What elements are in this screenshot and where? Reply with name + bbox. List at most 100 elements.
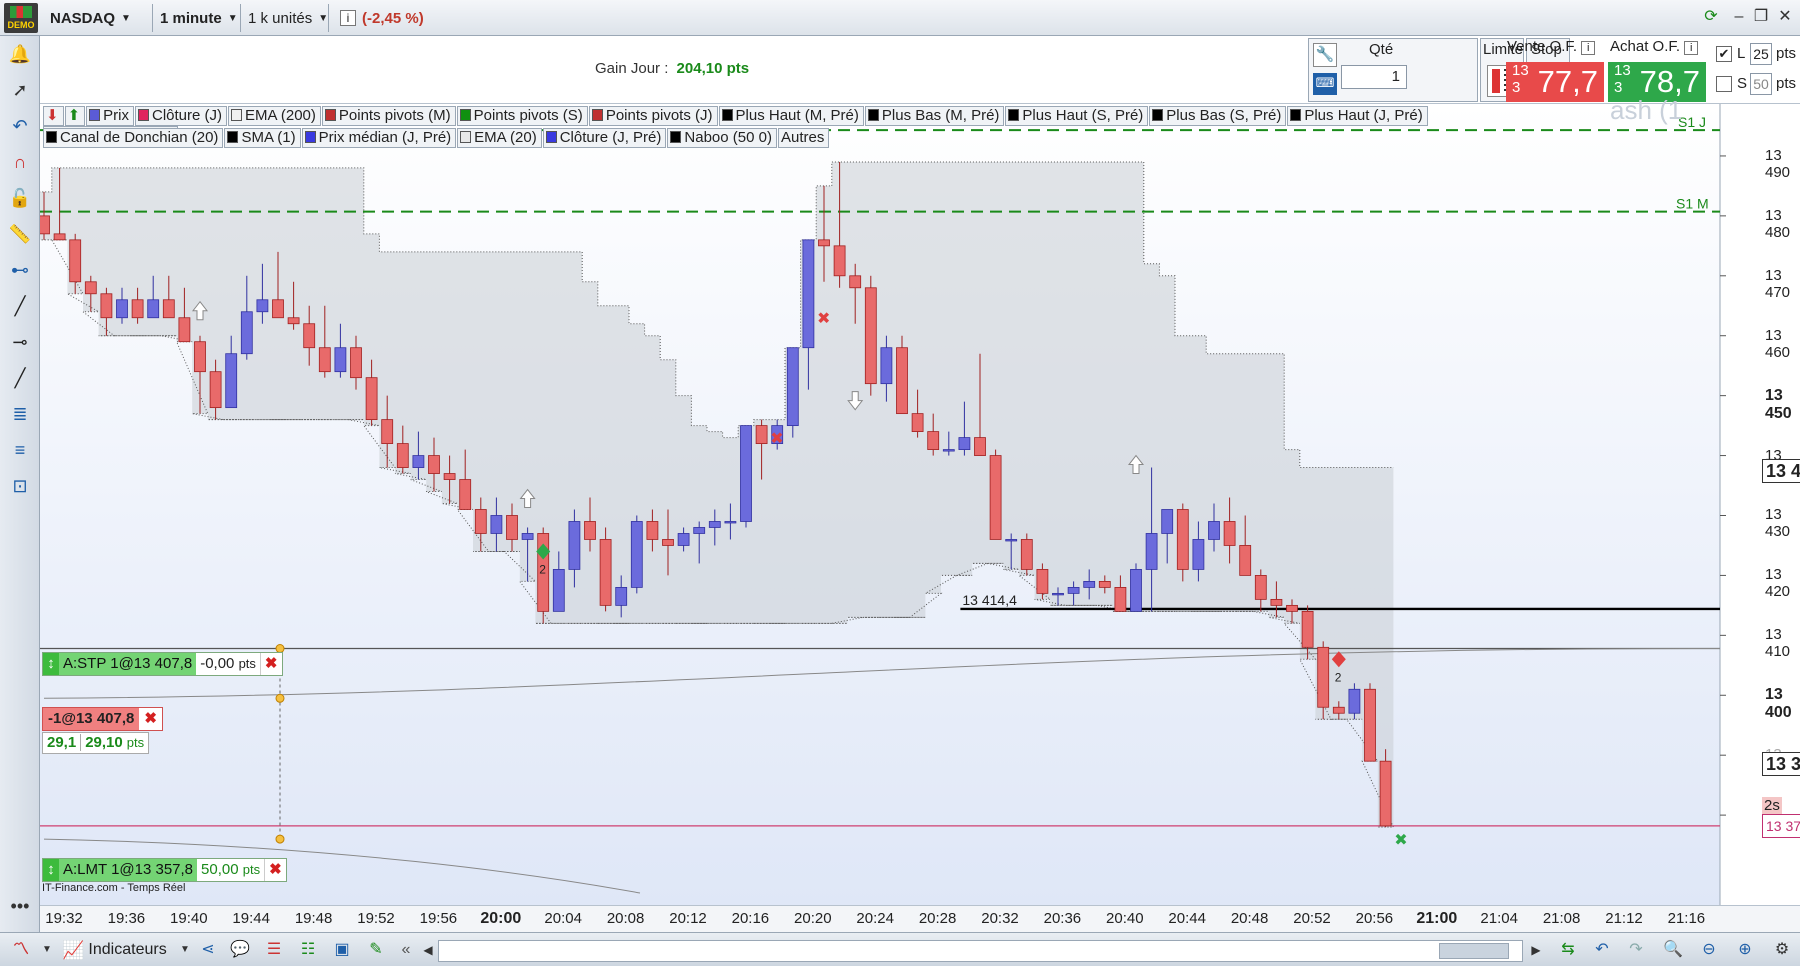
scroll-right-icon[interactable]: ▶ (1528, 939, 1544, 961)
info-icon[interactable]: i (1581, 41, 1596, 55)
candle-body (1208, 521, 1220, 540)
trendline-icon[interactable]: ╱ (6, 364, 34, 392)
ruler-icon[interactable]: 📏 (6, 220, 34, 248)
wrench-icon[interactable]: 🔧 (1313, 43, 1337, 67)
undo-zoom-icon[interactable]: ↶ (6, 112, 34, 140)
indicator-legend-item[interactable]: Points pivots (J) (588, 106, 718, 126)
arrow-up-icon[interactable]: ⬆ (64, 106, 86, 126)
indicator-legend-item[interactable]: Clôture (J, Pré) (542, 128, 667, 148)
indicators-button[interactable]: 📈 Indicateurs (62, 939, 180, 961)
cancel-order-icon[interactable]: ✖ (259, 653, 282, 675)
indicator-legend-item[interactable]: Plus Haut (S, Pré) (1005, 106, 1149, 126)
zoom-in-icon[interactable]: ⊕ (1732, 939, 1758, 961)
zoom-out-icon[interactable]: ⊖ (1696, 939, 1722, 961)
close-position-icon[interactable]: ✖ (139, 710, 162, 727)
settings-icon[interactable]: ⚙ (1770, 939, 1794, 961)
fibonacci-icon[interactable]: ≣ (6, 400, 34, 428)
long-checkbox[interactable]: ✔ (1716, 46, 1732, 62)
auto-scroll-icon[interactable]: ⇆ (1554, 939, 1582, 961)
time-tick-label: 20:28 (918, 910, 957, 927)
keyboard-icon[interactable]: ⌨ (1313, 73, 1337, 95)
indicator-legend-item[interactable]: Prix (86, 106, 134, 126)
qty-input[interactable]: 1 (1341, 65, 1407, 89)
price-chart[interactable]: ✖ ✖ ✖ 2 2 S1 J S1 M 13 414,4 ⬇ ⬆ Prix Clôture (J) E… (40, 95, 1800, 905)
units-selector[interactable]: 1 k unités ▼ (242, 4, 334, 32)
horizontal-line-icon[interactable]: ⊷ (6, 256, 34, 284)
chart-style-icon[interactable]: 〽 (6, 939, 36, 961)
indicator-legend-item[interactable]: EMA (200) (228, 106, 321, 126)
short-checkbox[interactable] (1716, 76, 1732, 92)
long-pts-input[interactable]: 25 (1750, 43, 1772, 65)
short-pts-input[interactable]: 50 (1750, 73, 1772, 95)
indicator-legend-item[interactable]: Plus Haut (M, Pré) (718, 106, 864, 126)
info-icon[interactable]: i (1684, 41, 1699, 55)
comment-icon[interactable]: 💬 (228, 939, 252, 961)
indicator-legend-item[interactable]: EMA (20) (457, 128, 542, 148)
fibonacci-fan-icon[interactable]: ≡ (6, 436, 34, 464)
indicator-legend-item[interactable]: Plus Haut (J, Pré) (1287, 106, 1428, 126)
scroll-left-icon[interactable]: ◀ (420, 939, 436, 961)
bottom-toolbar: 〽 ▼ 📈 Indicateurs ▼ ⋖ 💬 ☰ ☷ ▣ ✎ « ◀ ▶ ⇆ ↶… (0, 932, 1800, 966)
position-tag[interactable]: -1@13 407,8 ✖ (42, 707, 163, 731)
qty-label: Qté (1369, 41, 1394, 58)
time-axis[interactable]: 19:32 19:36 19:40 19:44 19:48 19:52 19:56 20:00… (40, 905, 1800, 932)
candle-body (864, 287, 877, 385)
zoom-area-icon[interactable]: 🔍 (1660, 939, 1686, 961)
cancel-order-icon[interactable]: ✖ (264, 859, 286, 881)
alerts-list-icon[interactable]: ☰ (262, 939, 286, 961)
timeframe-selector[interactable]: 1 minute ▼ (154, 4, 244, 32)
lock-icon[interactable]: 🔓 (6, 184, 34, 212)
restore-button[interactable]: ❐ (1750, 6, 1772, 28)
drag-handle-icon[interactable]: ↕ (43, 653, 59, 675)
chevron-down-icon[interactable]: ▼ (40, 939, 54, 961)
indicator-legend-item[interactable]: Clôture (J) (135, 106, 228, 126)
color-swatch (867, 109, 879, 121)
chart-canvas[interactable]: ✖✖✖22S1 JS1 M13 414,4 (40, 104, 1800, 905)
sell-button[interactable]: 13 3 77,7 (1506, 62, 1604, 102)
magnet-icon[interactable]: ∩ (6, 148, 34, 176)
ray-icon[interactable]: ⊸ (6, 328, 34, 356)
scrollbar-thumb[interactable] (1439, 943, 1509, 959)
position-pnl: 29,1 29,10 pts (42, 732, 150, 754)
collapse-icon[interactable]: « (396, 939, 416, 961)
redo-icon[interactable]: ↷ (1624, 939, 1648, 961)
time-tick-label: 19:56 (419, 910, 458, 927)
stop-order-tag[interactable]: ↕ A:STP 1@13 407,8 -0,00 pts ✖ (42, 652, 283, 676)
indicator-legend-item[interactable]: Plus Bas (S, Pré) (1149, 106, 1287, 126)
indicator-legend-item[interactable]: Naboo (50 0) (667, 128, 777, 148)
chevron-down-icon[interactable]: ▼ (178, 939, 192, 961)
alert-bell-icon[interactable]: 🔔 (6, 40, 34, 68)
indicator-legend-item[interactable]: Prix médian (J, Pré) (301, 128, 457, 148)
minimize-button[interactable]: – (1728, 6, 1750, 28)
instrument-selector[interactable]: NASDAQ ▼ (44, 4, 137, 32)
indicator-legend-item[interactable]: Points pivots (S) (456, 106, 588, 126)
segment-icon[interactable]: ╱ (6, 292, 34, 320)
undo-icon[interactable]: ↶ (1590, 939, 1614, 961)
close-button[interactable]: ✕ (1774, 6, 1796, 28)
share-icon[interactable]: ⋖ (196, 939, 220, 961)
time-scrollbar[interactable] (438, 940, 1523, 962)
candle-body (116, 299, 128, 319)
candle-body (521, 533, 534, 540)
indicator-legend-item[interactable]: Canal de Donchian (20) (43, 128, 224, 148)
more-tools-icon[interactable]: ••• (6, 892, 34, 920)
refresh-icon[interactable]: ⟳ (1700, 6, 1722, 28)
arrow-down-icon[interactable]: ⬇ (43, 106, 64, 126)
indicator-legend-item[interactable]: Points pivots (M) (321, 106, 456, 126)
chart-window-icon[interactable]: ▣ (330, 939, 354, 961)
candle-body (318, 347, 331, 373)
candle-body (1286, 604, 1298, 612)
cursor-icon[interactable]: ➚ (6, 76, 34, 104)
candle-body (240, 311, 253, 355)
indicator-legend-item[interactable]: SMA (1) (224, 128, 301, 148)
long-pts-unit: pts (1776, 45, 1797, 62)
screener-icon[interactable]: ✎ (364, 939, 388, 961)
channel-icon[interactable]: ⊡ (6, 472, 34, 500)
limit-order-tag[interactable]: ↕ A:LMT 1@13 357,8 50,00 pts ✖ (42, 858, 287, 882)
candle-body (880, 347, 893, 385)
drag-handle-icon[interactable]: ↕ (43, 859, 59, 881)
indicator-legend-item[interactable]: Plus Bas (M, Pré) (864, 106, 1005, 126)
orders-icon[interactable]: ☷ (296, 939, 320, 961)
indicator-legend-item[interactable]: Autres (777, 128, 830, 148)
color-swatch (459, 109, 471, 121)
